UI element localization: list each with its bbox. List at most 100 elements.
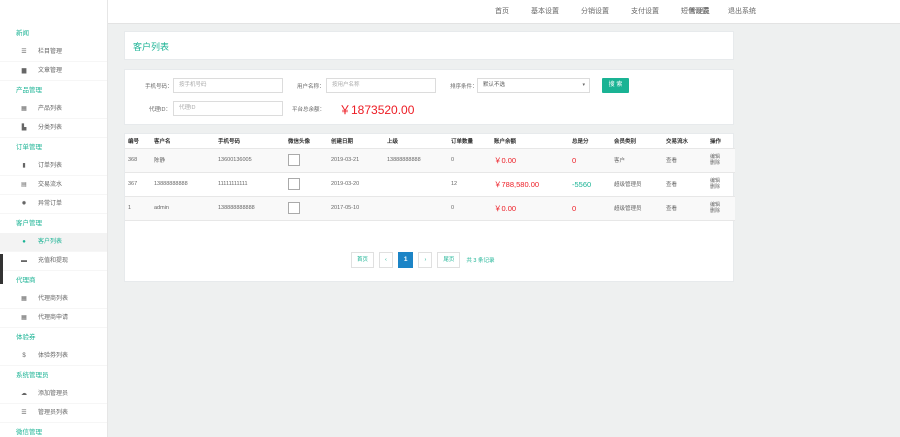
column-header: 客户名	[151, 134, 215, 149]
sidebar-item[interactable]: ▦ 代理商申请	[0, 309, 107, 328]
page-last-button[interactable]: 尾页	[437, 252, 461, 268]
cell-parent	[384, 196, 448, 221]
column-header: 总是分	[569, 134, 611, 149]
sidebar-item[interactable]: ▮ 订单列表	[0, 157, 107, 176]
cell-created-date: 2019-03-20	[328, 172, 384, 197]
sidebar-item[interactable]: ▆ 文章管理	[0, 62, 107, 81]
broken-image-icon	[288, 154, 300, 166]
wallet-icon: ▬	[21, 257, 27, 264]
cell-points: 0	[569, 196, 611, 221]
cell-operations: 编辑 删除	[707, 172, 735, 197]
sidebar-item[interactable]: ✹ 异常订单	[0, 195, 107, 214]
gear-icon: ✹	[21, 200, 27, 207]
sidebar-item-label: 客户列表	[38, 238, 63, 245]
top-nav-item-2[interactable]: 分销设置	[570, 0, 620, 24]
cell-order-count: 0	[448, 196, 491, 221]
cell-avatar	[285, 148, 328, 173]
user-icon: ●	[22, 238, 26, 245]
list-icon: ☰	[21, 409, 27, 416]
customer-table: 编号 客户名 手机号码 微信头像 创建日期 上级 订单数量 账户余额 总是分 会员类别 交易流水 操作…	[125, 134, 735, 221]
cell-flow-link[interactable]: 查看	[663, 148, 707, 173]
sidebar-section-title[interactable]: 订单管理	[0, 138, 107, 157]
sidebar-item[interactable]: ▤ 交易流水	[0, 176, 107, 195]
search-button[interactable]: 搜 索	[602, 78, 629, 93]
broken-image-icon	[288, 202, 300, 214]
list-box-icon: ▤	[21, 181, 27, 188]
pagination: 首页 ‹ 1 › 尾页 共 3 条记录	[351, 252, 494, 268]
cell-points: -5560	[569, 172, 611, 197]
page-title: 客户列表	[133, 42, 170, 52]
cell-parent	[384, 172, 448, 197]
total-balance-value: ￥1873520.00	[339, 103, 415, 117]
column-header: 订单数量	[448, 134, 491, 149]
agent-id-input[interactable]: 代理ID	[173, 101, 283, 116]
cell-avatar	[285, 196, 328, 221]
top-nav-item-3[interactable]: 支付设置	[620, 0, 670, 24]
column-header: 编号	[125, 134, 151, 149]
sidebar-item-label: 管理员列表	[38, 409, 69, 416]
logout-link[interactable]: 退出系统	[719, 0, 765, 24]
column-header: 上级	[384, 134, 448, 149]
sidebar-section-title[interactable]: 代理商	[0, 271, 107, 290]
cell-order-count: 12	[448, 172, 491, 197]
sidebar-item[interactable]: ☰ 栏目管理	[0, 43, 107, 62]
cell-customer-name: 陈静	[151, 148, 215, 173]
sidebar-section-title[interactable]: 微信管理	[0, 423, 107, 437]
cell-flow-link[interactable]: 查看	[663, 172, 707, 197]
cell-created-date: 2019-03-21	[328, 148, 384, 173]
cell-balance: ￥788,580.00	[491, 172, 569, 197]
cell-member-type: 超级管理员	[611, 196, 663, 221]
bars-icon: ▙	[21, 124, 27, 131]
sidebar-item[interactable]: ● 客户列表	[0, 233, 107, 252]
delete-link[interactable]: 删除	[710, 184, 735, 190]
phone-input[interactable]: 按手机号码	[173, 78, 283, 93]
sidebar-item[interactable]: ▦ 代理商列表	[0, 290, 107, 309]
sort-select[interactable]: 默认不选 ▾	[477, 78, 590, 93]
cell-id: 368	[125, 148, 151, 173]
cell-member-type: 超级管理员	[611, 172, 663, 197]
cell-id: 367	[125, 172, 151, 197]
cell-flow-link[interactable]: 查看	[663, 196, 707, 221]
sidebar-item[interactable]: ▦ 产品列表	[0, 100, 107, 119]
top-nav-item-0[interactable]: 首页	[484, 0, 520, 24]
page-current-button[interactable]: 1	[397, 252, 414, 268]
username-input[interactable]: 按用户名称	[326, 78, 436, 93]
sidebar-item-label: 代理商申请	[38, 314, 69, 321]
sidebar-item[interactable]: $ 体验券列表	[0, 347, 107, 366]
sidebar-item-label: 文章管理	[38, 67, 63, 74]
sidebar-item[interactable]: ▙ 分类列表	[0, 119, 107, 138]
page-first-button[interactable]: 首页	[351, 252, 375, 268]
page-prev-button[interactable]: ‹	[379, 252, 393, 268]
sidebar-item[interactable]: ☁ 添加管理员	[0, 385, 107, 404]
column-header: 创建日期	[328, 134, 384, 149]
sidebar-item[interactable]: ☰ 管理员列表	[0, 404, 107, 423]
title-panel: 客户列表	[124, 31, 734, 60]
cloud-icon: ☁	[21, 390, 27, 397]
sidebar-item-label: 产品列表	[38, 105, 63, 112]
top-nav-item-1[interactable]: 基本设置	[520, 0, 570, 24]
cell-phone: 13600136005	[215, 148, 285, 173]
cell-phone: 11111111111	[215, 172, 285, 197]
total-balance-label: 平台总余额：	[292, 107, 326, 113]
document-icon: ▆	[21, 67, 27, 74]
bookmark-icon: ▮	[22, 162, 26, 169]
sidebar-section-title[interactable]: 新闻	[0, 24, 107, 43]
dollar-icon: $	[22, 352, 26, 359]
page-next-button[interactable]: ›	[418, 252, 433, 268]
sidebar-section-title[interactable]: 系统管理员	[0, 366, 107, 385]
admin-link[interactable]: 管理员	[680, 0, 719, 24]
sidebar-section-title[interactable]: 客户管理	[0, 214, 107, 233]
cell-id: 1	[125, 196, 151, 221]
table-row: 368 陈静 13600136005 2019-03-21 13888888888 0 ￥0…	[125, 148, 735, 173]
column-header: 交易流水	[663, 134, 707, 149]
table-row: 367 13888888888 11111111111 2019-03-20 12 ￥78…	[125, 172, 735, 197]
sidebar-item-label: 栏目管理	[38, 48, 63, 55]
delete-link[interactable]: 删除	[710, 160, 735, 166]
sidebar-item-label: 体验券列表	[38, 352, 69, 359]
sidebar-item-label: 充值和提现	[38, 257, 69, 264]
sidebar: 新闻 ☰ 栏目管理 ▆ 文章管理 产品管理 ▦ 产品列表 ▙ 分类列表 订单管理 ▮ 订单列表 ▤ 交易流水…	[0, 24, 108, 437]
delete-link[interactable]: 删除	[710, 208, 735, 214]
sidebar-section-title[interactable]: 产品管理	[0, 81, 107, 100]
sidebar-section-title[interactable]: 体验券	[0, 328, 107, 347]
sidebar-item[interactable]: ▬ 充值和提现	[0, 252, 107, 271]
